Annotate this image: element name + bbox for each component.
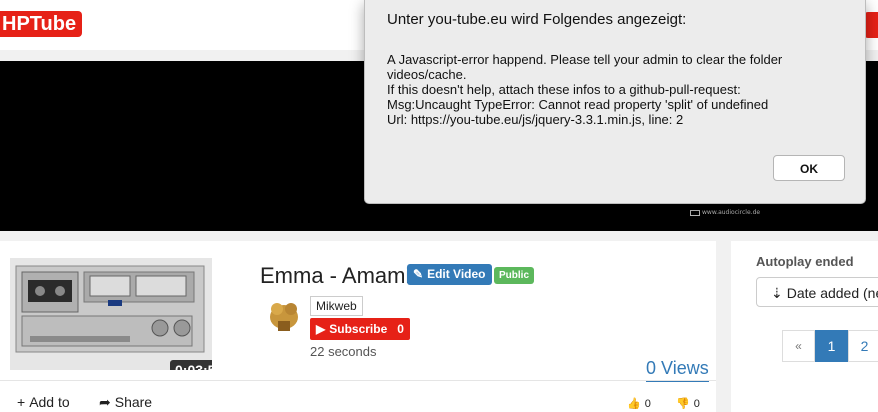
site-logo[interactable]: HPTube bbox=[0, 11, 83, 37]
pagination-page-2[interactable]: 2 bbox=[848, 330, 878, 362]
youtube-play-icon: ▶ bbox=[316, 322, 326, 336]
dialog-title: Unter you-tube.eu wird Folgendes angezei… bbox=[387, 11, 687, 28]
sort-select[interactable]: ⇣ Date added (ne bbox=[756, 277, 878, 307]
add-to-button[interactable]: + Add to bbox=[17, 394, 70, 410]
dislike-button[interactable]: 👎 0 bbox=[676, 397, 700, 410]
cassette-deck-image bbox=[10, 258, 212, 370]
channel-name-link[interactable]: Mikweb bbox=[310, 296, 363, 316]
dialog-message: A Javascript-error happend. Please tell … bbox=[387, 52, 783, 127]
video-length: 22 seconds bbox=[310, 344, 377, 359]
sort-icon: ⇣ bbox=[771, 285, 783, 301]
view-count: 0 Views bbox=[646, 358, 709, 382]
visibility-badge: Public bbox=[494, 267, 535, 284]
pagination-prev[interactable]: « bbox=[782, 330, 815, 362]
subscriber-count: 0 bbox=[397, 322, 404, 336]
share-button[interactable]: ➦ Share bbox=[99, 394, 152, 411]
player-watermark: www.audiocircle.de bbox=[690, 209, 760, 216]
header-red-button[interactable] bbox=[864, 12, 878, 38]
pagination-page-1[interactable]: 1 bbox=[815, 330, 848, 362]
autoplay-status: Autoplay ended bbox=[756, 254, 854, 269]
plus-icon: + bbox=[17, 394, 26, 410]
thumbs-up-icon: 👍 bbox=[627, 398, 641, 410]
video-title: Emma - Amami bbox=[260, 263, 411, 288]
thumbnail-duration: 0:03:50 bbox=[170, 360, 212, 370]
watermark-logo-icon bbox=[690, 209, 700, 216]
edit-icon: ✎ bbox=[413, 267, 424, 281]
sidebar-panel: Autoplay ended ⇣ Date added (ne « 1 2 bbox=[731, 241, 878, 412]
share-icon: ➦ bbox=[99, 394, 111, 410]
thumbs-down-icon: 👎 bbox=[676, 398, 690, 410]
ok-button[interactable]: OK bbox=[773, 155, 845, 181]
like-button[interactable]: 👍 0 bbox=[627, 397, 651, 410]
edit-video-button[interactable]: ✎ Edit Video bbox=[407, 264, 492, 285]
divider bbox=[0, 380, 716, 381]
subscribe-button[interactable]: ▶ Subscribe 0 bbox=[310, 318, 410, 340]
js-alert-dialog: Unter you-tube.eu wird Folgendes angezei… bbox=[364, 0, 866, 204]
channel-avatar[interactable] bbox=[264, 295, 304, 335]
video-thumbnail[interactable]: 0:03:50 bbox=[10, 258, 212, 370]
video-info-panel: 0:03:50 Emma - Amami ✎Edit Video Public … bbox=[0, 241, 716, 412]
